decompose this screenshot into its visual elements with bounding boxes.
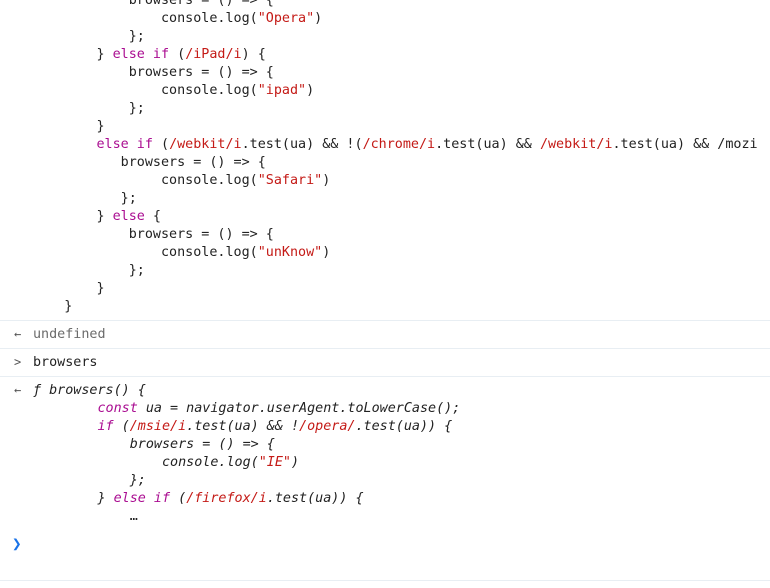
code-line: browsers = () => { [32, 65, 274, 80]
ellipsis[interactable]: … [33, 508, 138, 526]
code-line: browsers = () => { [32, 227, 274, 242]
code-line: } [32, 299, 73, 314]
separator [0, 376, 770, 377]
separator [0, 348, 770, 349]
code-line: } else if (/iPad/i) { [32, 47, 266, 62]
code-line: if (/msie/i.test(ua) && !/opera/.test(ua… [97, 419, 453, 434]
separator [0, 320, 770, 321]
code-line: console.log("Safari") [32, 173, 331, 188]
code-line: }; [33, 473, 146, 488]
code-line: }; [32, 29, 145, 44]
console-input-row[interactable]: > browsers [0, 354, 770, 374]
input-chevron-icon: > [14, 355, 22, 369]
code-line: console.log("Opera") [32, 11, 323, 26]
console-output-row: ← undefined [0, 326, 770, 346]
code-line: browsers = () => { [32, 155, 266, 170]
code-line: } else { [32, 209, 161, 224]
code-line: console.log("ipad") [32, 83, 315, 98]
return-arrow-icon: ← [14, 327, 22, 341]
code-line: } else if (/firefox/i.test(ua)) { [33, 491, 364, 506]
prompt-caret-icon: ❯ [12, 534, 22, 553]
code-line: else if (/webkit/i.test(ua) && !(/chrome… [96, 137, 758, 152]
code-line: browsers = () => { [32, 0, 274, 8]
return-arrow-icon: ← [14, 383, 22, 397]
code-line: } [32, 281, 105, 296]
code-line: const ua = navigator.userAgent.toLowerCa… [97, 401, 461, 416]
code-line: }; [32, 101, 145, 116]
output-value: undefined [33, 327, 106, 342]
code-line: } [32, 119, 105, 134]
function-signature[interactable]: ƒ browsers() { [33, 382, 146, 400]
separator [0, 580, 770, 581]
input-command: browsers [33, 355, 98, 370]
code-line: }; [32, 191, 137, 206]
code-line: console.log("unKnow") [32, 245, 331, 260]
code-line: }; [32, 263, 145, 278]
code-line: console.log("IE") [33, 455, 300, 470]
code-line: browsers = () => { [33, 437, 275, 452]
console-prompt[interactable]: ❯ [0, 534, 770, 558]
